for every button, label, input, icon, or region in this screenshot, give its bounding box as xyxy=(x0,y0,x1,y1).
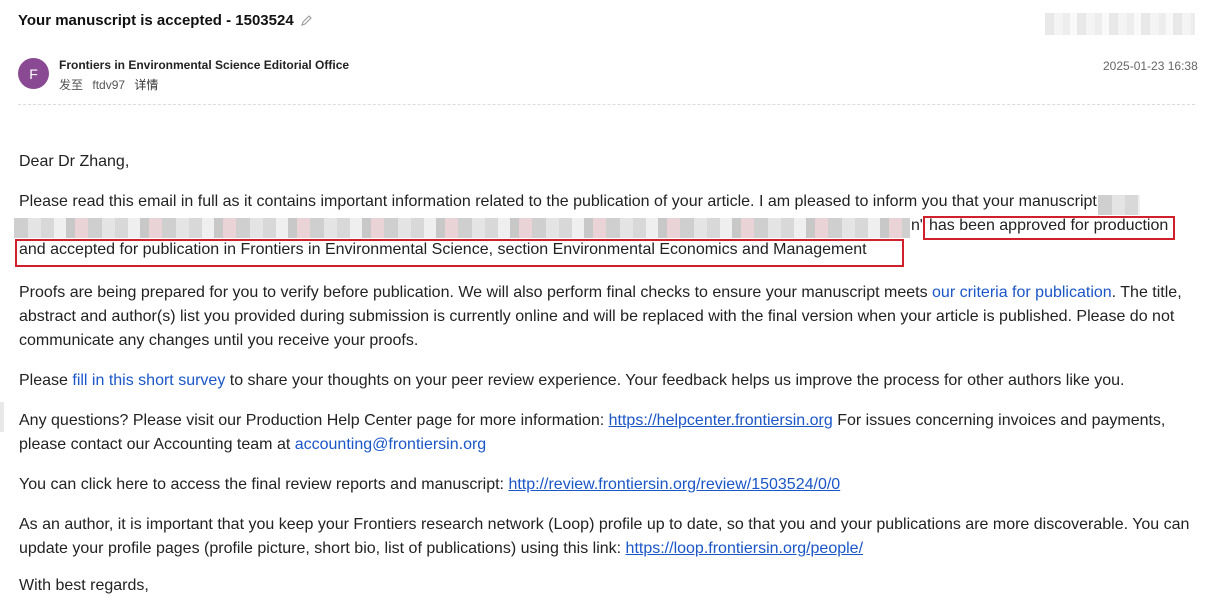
accounting-email-link[interactable]: accounting@frontiersin.org xyxy=(295,436,486,453)
email-subject-row: Your manuscript is accepted - 1503524 xyxy=(18,12,313,29)
redacted-text xyxy=(1098,195,1140,215)
closing: With best regards, xyxy=(19,577,149,594)
paragraph-1-line-1: Please read this email in full as it con… xyxy=(19,193,1097,210)
header-divider xyxy=(18,104,1195,105)
sender-name[interactable]: Frontiers in Environmental Science Edito… xyxy=(59,58,349,73)
avatar: F xyxy=(18,58,49,89)
paragraph-proofs: Proofs are being prepared for you to ver… xyxy=(19,284,1182,349)
side-collapse-handle[interactable] xyxy=(0,402,4,432)
email-body-questions: Any questions? Please visit our Producti… xyxy=(19,409,1199,457)
redacted-text xyxy=(14,218,910,238)
review-link[interactable]: http://review.frontiersin.org/review/150… xyxy=(508,476,840,493)
recipient-name[interactable]: ftdv97 xyxy=(92,78,125,92)
paragraph-review: You can click here to access the final r… xyxy=(19,476,841,493)
sent-to-label: 发至 xyxy=(59,78,84,92)
highlight-box xyxy=(923,216,1175,240)
paragraph-loop: As an author, it is important that you k… xyxy=(19,516,1190,557)
survey-link[interactable]: fill in this short survey xyxy=(72,372,225,389)
email-timestamp: 2025-01-23 16:38 xyxy=(1103,59,1198,73)
email-body: Proofs are being prepared for you to ver… xyxy=(19,281,1199,353)
email-body-loop: As an author, it is important that you k… xyxy=(19,513,1199,561)
greeting: Dear Dr Zhang, xyxy=(19,153,130,170)
loop-profile-link[interactable]: https://loop.frontiersin.org/people/ xyxy=(626,540,863,557)
email-body-review: You can click here to access the final r… xyxy=(19,473,1199,497)
email-body-survey: Please fill in this short survey to shar… xyxy=(19,369,1199,393)
pencil-icon[interactable] xyxy=(300,14,313,27)
paragraph-survey: Please fill in this short survey to shar… xyxy=(19,372,1125,389)
helpcenter-link[interactable]: https://helpcenter.frontiersin.org xyxy=(609,412,833,429)
paragraph-questions: Any questions? Please visit our Producti… xyxy=(19,412,1166,453)
criteria-link[interactable]: our criteria for publication xyxy=(932,284,1112,301)
redacted-header-area xyxy=(1045,13,1195,35)
email-subject: Your manuscript is accepted - 1503524 xyxy=(18,12,294,29)
details-link[interactable]: 详情 xyxy=(134,78,158,92)
sender-row: F Frontiers in Environmental Science Edi… xyxy=(18,58,349,93)
recipient-line: 发至 ftdv97 详情 xyxy=(59,76,349,93)
highlight-box xyxy=(15,239,904,267)
sender-info: Frontiers in Environmental Science Edito… xyxy=(59,58,349,93)
